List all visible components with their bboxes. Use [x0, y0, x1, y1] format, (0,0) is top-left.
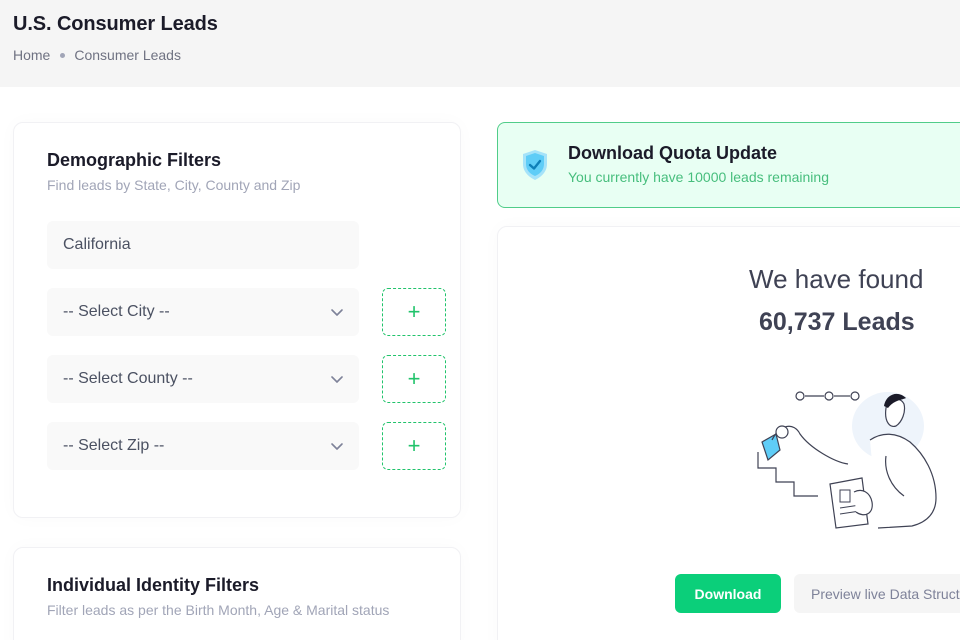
shield-check-icon [523, 150, 547, 180]
plus-icon: + [407, 299, 421, 324]
chevron-down-icon [331, 376, 343, 383]
county-select[interactable]: -- Select County -- [47, 355, 359, 403]
chevron-down-icon [331, 309, 343, 316]
state-input[interactable]: California [47, 221, 359, 269]
plus-icon: + [407, 366, 421, 391]
identity-subtitle: Filter leads as per the Birth Month, Age… [47, 602, 390, 618]
add-zip-button[interactable]: + [382, 422, 446, 470]
quota-title: Download Quota Update [568, 143, 777, 163]
demographic-subtitle: Find leads by State, City, County and Zi… [47, 177, 301, 193]
identity-title: Individual Identity Filters [47, 575, 260, 595]
breadcrumb: Home Consumer Leads [13, 47, 181, 63]
add-city-button[interactable]: + [382, 288, 446, 336]
results-count: 60,737 Leads [759, 308, 915, 336]
download-button[interactable]: Download [675, 574, 781, 613]
identity-filters-card: Individual Identity Filters Filter leads… [13, 547, 461, 640]
breadcrumb-current: Consumer Leads [74, 47, 181, 63]
page-title: U.S. Consumer Leads [13, 13, 218, 35]
quota-message: You currently have 10000 leads remaining [568, 169, 829, 185]
results-heading: We have found [749, 264, 924, 294]
page-header: U.S. Consumer Leads Home Consumer Leads [0, 0, 960, 87]
demographic-filters-card: Demographic Filters Find leads by State,… [13, 122, 461, 518]
breadcrumb-separator [60, 52, 66, 58]
quota-alert: Download Quota Update You currently have… [497, 122, 960, 208]
chevron-down-icon [331, 443, 343, 450]
breadcrumb-home[interactable]: Home [13, 47, 50, 63]
zip-select-label: -- Select Zip -- [63, 437, 165, 454]
zip-select[interactable]: -- Select Zip -- [47, 422, 359, 470]
county-select-label: -- Select County -- [63, 370, 193, 387]
city-select-label: -- Select City -- [63, 303, 170, 320]
person-with-documents-illustration [757, 391, 937, 529]
preview-data-structure-button[interactable]: Preview live Data Structure [794, 574, 960, 613]
city-select[interactable]: -- Select City -- [47, 288, 359, 336]
demographic-title: Demographic Filters [47, 150, 222, 170]
plus-icon: + [407, 433, 421, 458]
add-county-button[interactable]: + [382, 355, 446, 403]
